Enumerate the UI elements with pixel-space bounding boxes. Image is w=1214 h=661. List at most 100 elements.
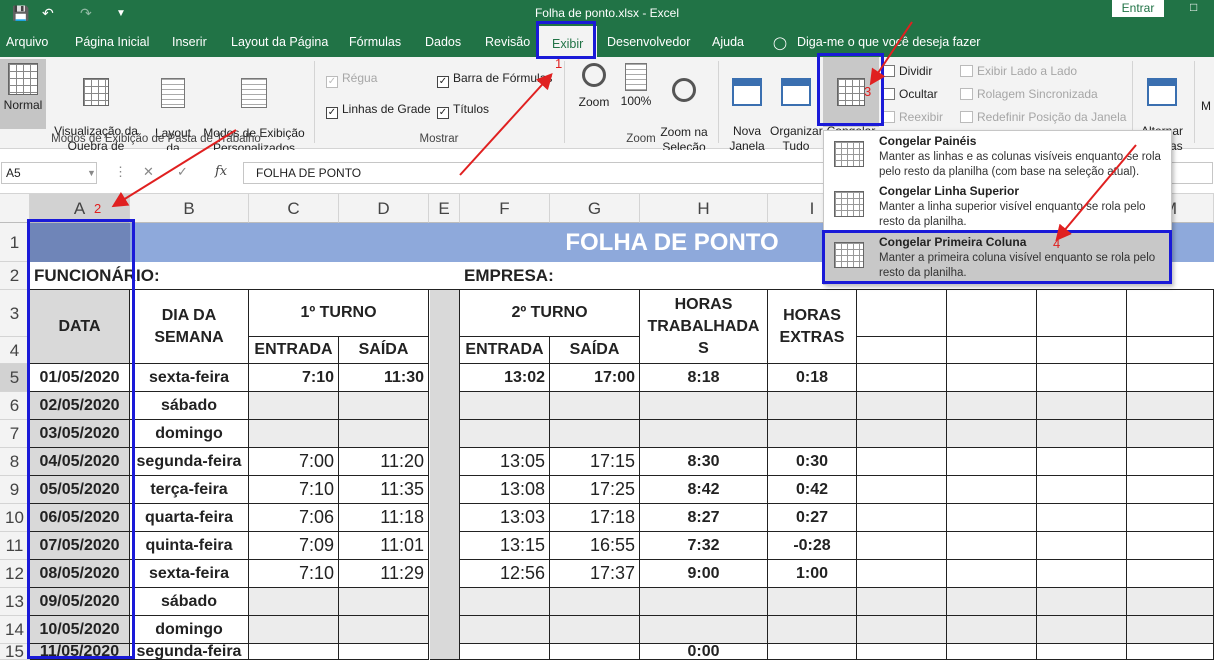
data-cell[interactable] bbox=[640, 588, 768, 616]
data-cell[interactable] bbox=[460, 588, 550, 616]
data-cell[interactable]: 1:00 bbox=[768, 560, 857, 588]
data-cell[interactable] bbox=[550, 588, 640, 616]
cell-empty[interactable] bbox=[947, 588, 1037, 616]
cell-empty[interactable] bbox=[857, 644, 947, 660]
row-header[interactable]: 2 bbox=[0, 262, 30, 290]
cell-empty[interactable] bbox=[1037, 616, 1127, 644]
header-saida-2[interactable]: SAÍDA bbox=[550, 337, 640, 364]
cell-empty[interactable] bbox=[1127, 337, 1214, 364]
cell-empty[interactable] bbox=[947, 364, 1037, 392]
header-entrada-1[interactable]: ENTRADA bbox=[249, 337, 339, 364]
cell-empty[interactable] bbox=[947, 392, 1037, 420]
row-header[interactable]: 13 bbox=[0, 588, 30, 616]
data-cell[interactable] bbox=[550, 420, 640, 448]
data-cell[interactable]: 8:42 bbox=[640, 476, 768, 504]
data-cell[interactable]: 7:09 bbox=[249, 532, 339, 560]
row-header[interactable]: 6 bbox=[0, 392, 30, 420]
cell-empty[interactable] bbox=[1037, 476, 1127, 504]
data-cell[interactable]: domingo bbox=[130, 616, 249, 644]
data-cell[interactable] bbox=[339, 392, 429, 420]
data-cell[interactable]: 11:18 bbox=[339, 504, 429, 532]
data-cell[interactable]: 13:03 bbox=[460, 504, 550, 532]
cell-empty[interactable] bbox=[1127, 616, 1214, 644]
data-cell[interactable] bbox=[460, 392, 550, 420]
cell-empty[interactable] bbox=[857, 448, 947, 476]
data-cell[interactable]: 0:27 bbox=[768, 504, 857, 532]
data-cell[interactable] bbox=[249, 392, 339, 420]
data-cell[interactable]: 11:29 bbox=[339, 560, 429, 588]
cell-empty[interactable] bbox=[1037, 448, 1127, 476]
menu-item-freeze-panes[interactable]: Congelar Painéis Manter as linhas e as c… bbox=[825, 131, 1170, 181]
data-cell[interactable] bbox=[339, 420, 429, 448]
header-horas-trabalhadas[interactable]: HORAS TRABALHADA S bbox=[640, 290, 768, 364]
cell-empty[interactable] bbox=[1127, 532, 1214, 560]
cell-empty[interactable] bbox=[857, 532, 947, 560]
row-header[interactable]: 10 bbox=[0, 504, 30, 532]
data-cell[interactable] bbox=[460, 420, 550, 448]
data-cell[interactable]: 8:18 bbox=[640, 364, 768, 392]
cell-empty[interactable] bbox=[1037, 290, 1127, 337]
column-header[interactable]: F bbox=[460, 194, 550, 223]
cell-empty[interactable] bbox=[1127, 392, 1214, 420]
select-all-corner[interactable] bbox=[0, 194, 30, 223]
cell-empty[interactable] bbox=[1037, 420, 1127, 448]
cell-empty[interactable] bbox=[947, 532, 1037, 560]
cell-empty[interactable] bbox=[1037, 644, 1127, 660]
cell-empty[interactable] bbox=[947, 290, 1037, 337]
column-header[interactable]: D bbox=[339, 194, 429, 223]
data-cell[interactable]: 0:30 bbox=[768, 448, 857, 476]
cell-empty[interactable] bbox=[1037, 588, 1127, 616]
data-cell[interactable]: 16:55 bbox=[550, 532, 640, 560]
data-cell[interactable] bbox=[768, 420, 857, 448]
data-cell[interactable]: 11:35 bbox=[339, 476, 429, 504]
cell-empty[interactable] bbox=[1037, 364, 1127, 392]
data-cell[interactable]: segunda-feira bbox=[130, 448, 249, 476]
cell-empty[interactable] bbox=[1127, 560, 1214, 588]
data-cell[interactable]: 17:00 bbox=[550, 364, 640, 392]
cell-empty[interactable] bbox=[947, 616, 1037, 644]
row-header[interactable]: 4 bbox=[0, 337, 30, 364]
row-header[interactable]: 7 bbox=[0, 420, 30, 448]
data-cell[interactable]: quinta-feira bbox=[130, 532, 249, 560]
data-cell[interactable] bbox=[768, 588, 857, 616]
cell-e2[interactable] bbox=[430, 262, 460, 290]
data-cell[interactable] bbox=[768, 616, 857, 644]
column-header[interactable]: E bbox=[429, 194, 460, 223]
cell-empty[interactable] bbox=[1127, 420, 1214, 448]
cell-empty[interactable] bbox=[857, 588, 947, 616]
data-cell[interactable]: 7:10 bbox=[249, 476, 339, 504]
data-cell[interactable]: domingo bbox=[130, 420, 249, 448]
data-cell[interactable] bbox=[249, 588, 339, 616]
data-cell[interactable]: 11:20 bbox=[339, 448, 429, 476]
data-cell[interactable]: sábado bbox=[130, 588, 249, 616]
data-cell[interactable]: sábado bbox=[130, 392, 249, 420]
cell-empty[interactable] bbox=[1037, 560, 1127, 588]
header-turno-2[interactable]: 2º TURNO bbox=[460, 290, 640, 337]
data-cell[interactable]: 8:30 bbox=[640, 448, 768, 476]
data-cell[interactable]: 7:10 bbox=[249, 364, 339, 392]
data-cell[interactable] bbox=[640, 392, 768, 420]
data-cell[interactable]: 13:15 bbox=[460, 532, 550, 560]
data-cell[interactable]: sexta-feira bbox=[130, 560, 249, 588]
cell-empty[interactable] bbox=[1127, 448, 1214, 476]
cell-empty[interactable] bbox=[857, 392, 947, 420]
data-cell[interactable] bbox=[249, 616, 339, 644]
data-cell[interactable]: 0:18 bbox=[768, 364, 857, 392]
cell-empty[interactable] bbox=[1127, 476, 1214, 504]
data-cell[interactable]: quarta-feira bbox=[130, 504, 249, 532]
data-cell[interactable]: 7:06 bbox=[249, 504, 339, 532]
cell-empty[interactable] bbox=[857, 337, 947, 364]
row-header[interactable]: 3 bbox=[0, 290, 30, 337]
data-cell[interactable]: 7:00 bbox=[249, 448, 339, 476]
data-cell[interactable] bbox=[550, 644, 640, 660]
data-cell[interactable] bbox=[339, 644, 429, 660]
row-header[interactable]: 9 bbox=[0, 476, 30, 504]
data-cell[interactable]: segunda-feira bbox=[130, 644, 249, 660]
header-saida-1[interactable]: SAÍDA bbox=[339, 337, 429, 364]
data-cell[interactable] bbox=[249, 420, 339, 448]
header-horas-extras[interactable]: HORAS EXTRAS bbox=[768, 290, 857, 364]
data-cell[interactable]: 7:10 bbox=[249, 560, 339, 588]
header-dia-semana[interactable]: DIA DA SEMANA bbox=[130, 290, 249, 364]
column-header[interactable]: H bbox=[640, 194, 768, 223]
data-cell[interactable] bbox=[768, 644, 857, 660]
